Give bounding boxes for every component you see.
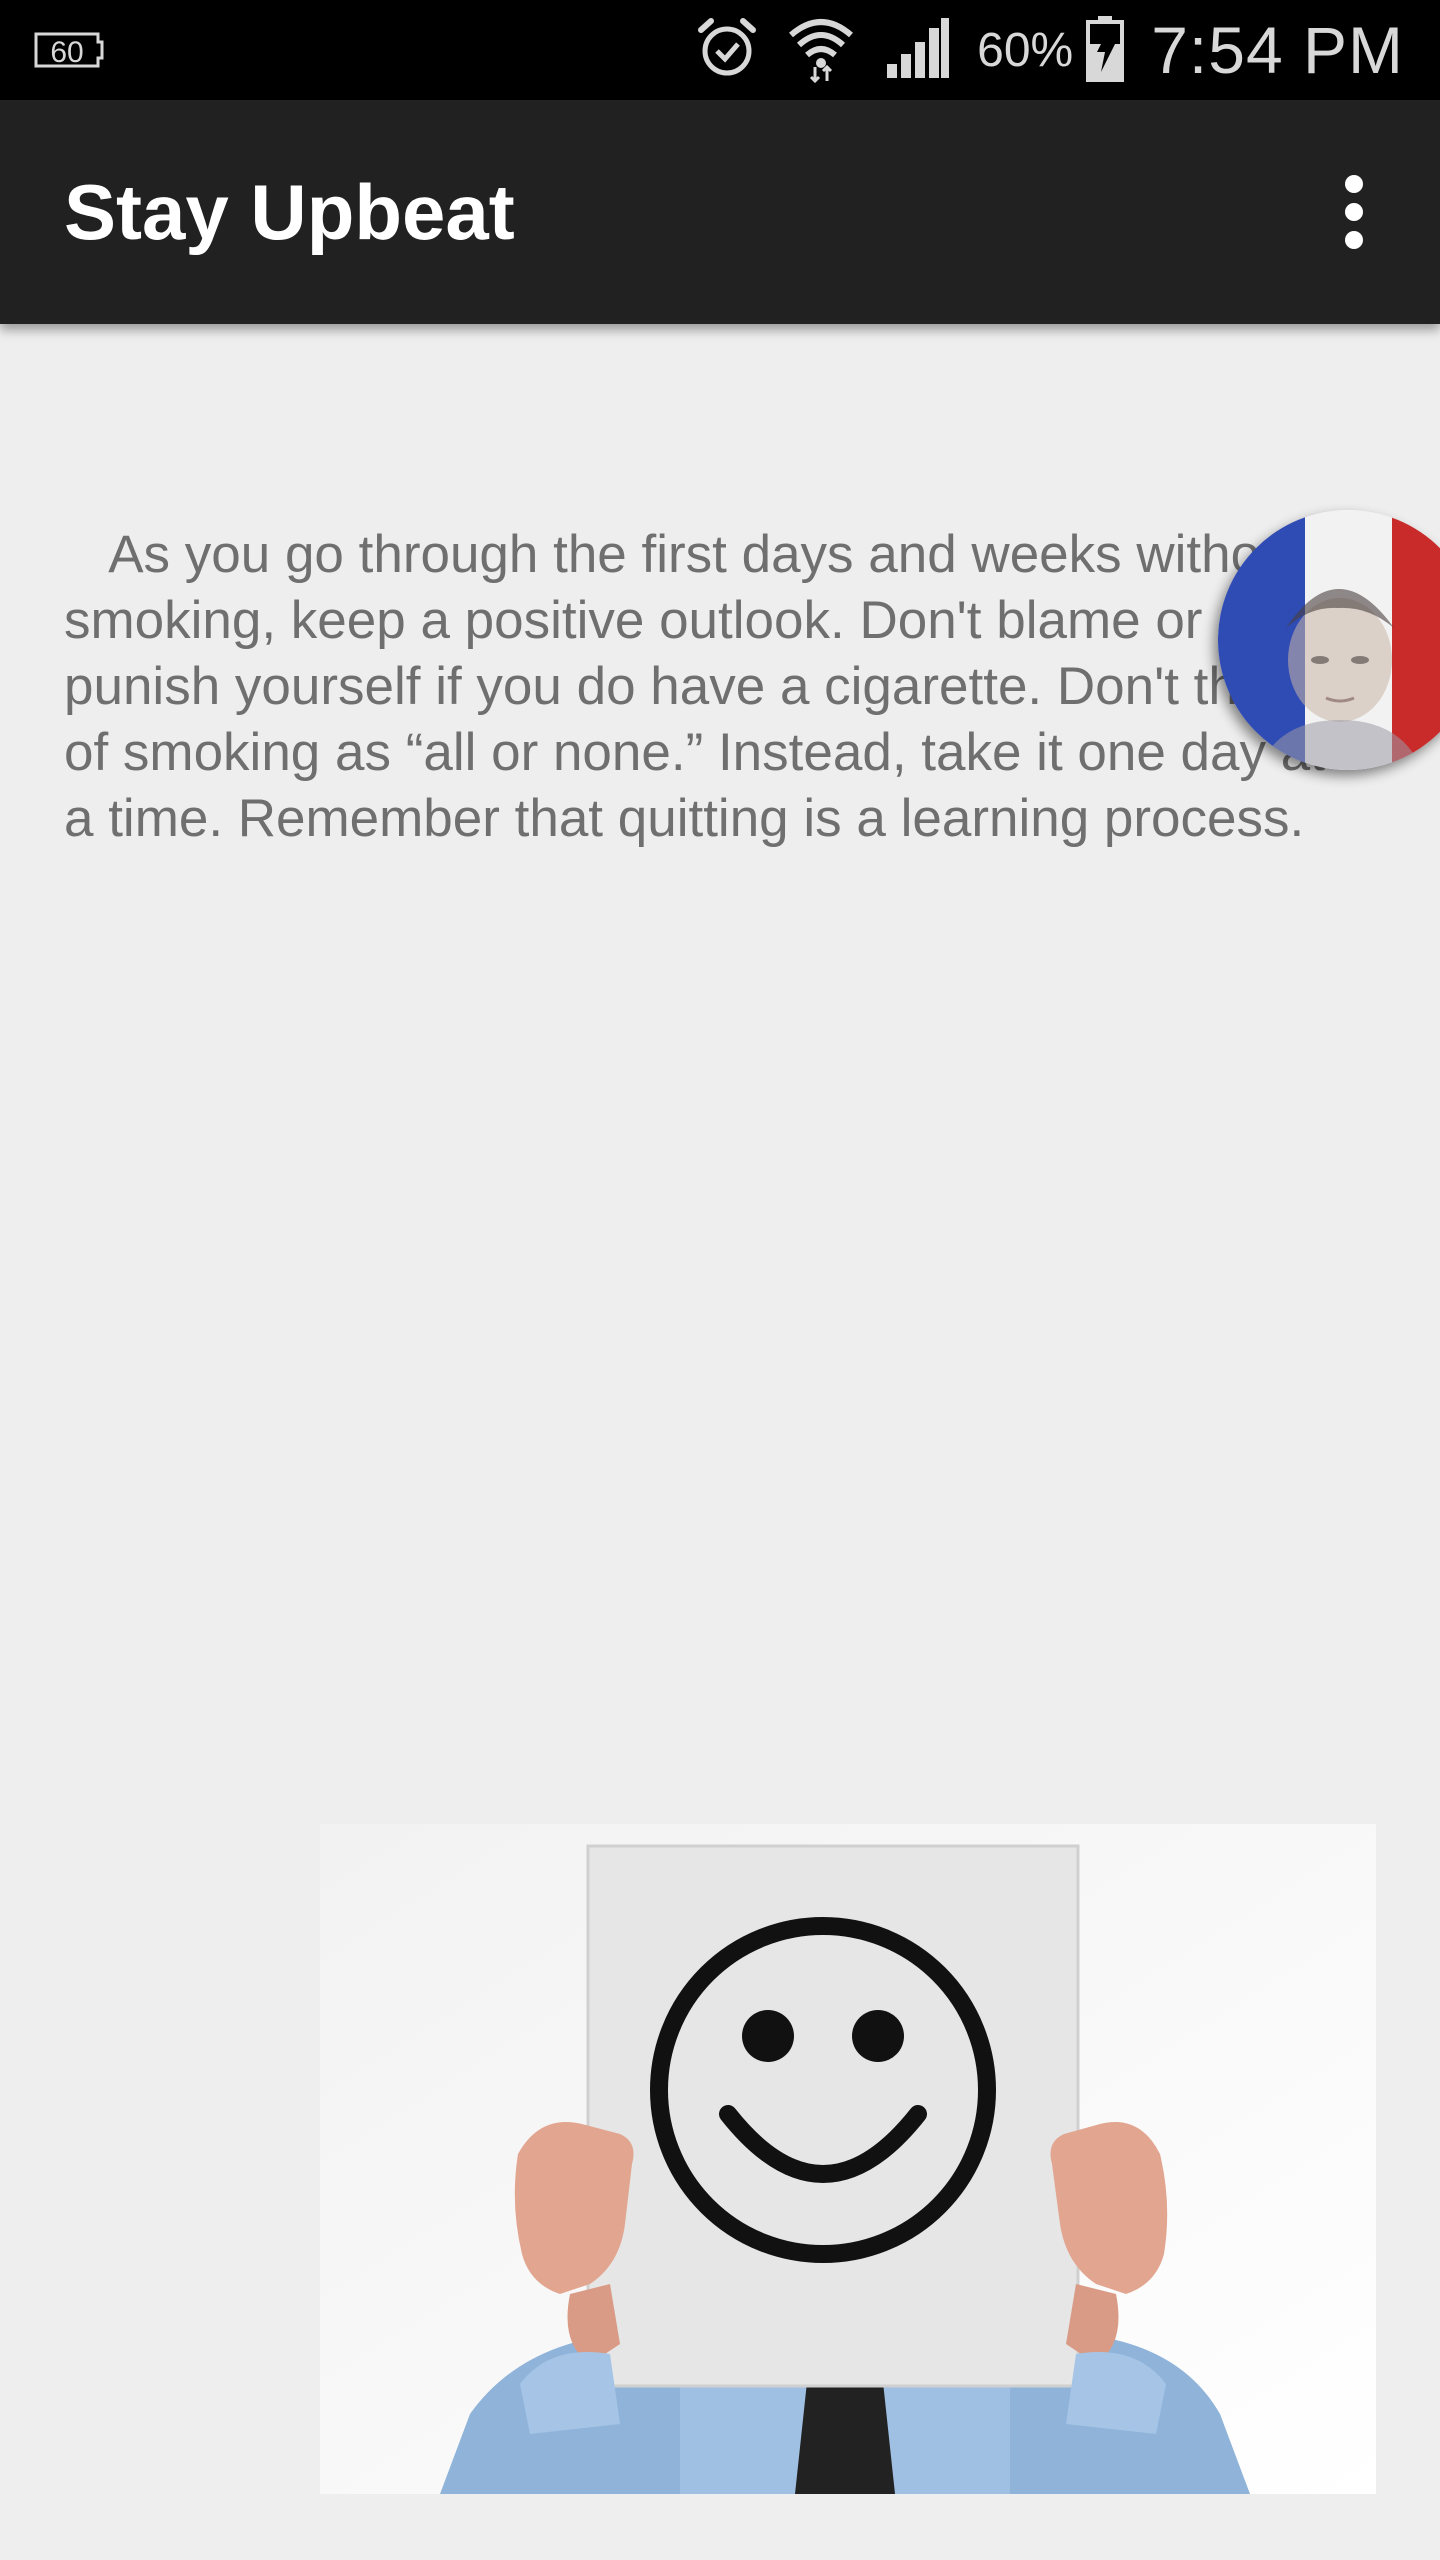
app-bar: Stay Upbeat <box>0 100 1440 324</box>
wifi-icon <box>785 13 857 88</box>
svg-text:60: 60 <box>50 36 83 69</box>
status-bar: 60 60% 7:54 PM <box>0 0 1440 100</box>
clock: 7:54 PM <box>1151 13 1404 87</box>
page-title: Stay Upbeat <box>64 168 515 256</box>
more-options-button[interactable] <box>1304 162 1404 262</box>
more-vert-icon-dot <box>1345 203 1363 221</box>
battery-charging-icon <box>1085 14 1125 87</box>
battery-percent: 60% <box>977 23 1074 77</box>
alarm-icon <box>695 16 759 85</box>
more-vert-icon <box>1345 175 1363 193</box>
smiley-sign-photo <box>320 1824 1376 2494</box>
data-saver-60-icon: 60 <box>32 28 104 77</box>
more-vert-icon-dot <box>1345 231 1363 249</box>
tip-body-text: As you go through the first days and wee… <box>64 525 1325 848</box>
cell-signal-icon <box>883 16 951 85</box>
